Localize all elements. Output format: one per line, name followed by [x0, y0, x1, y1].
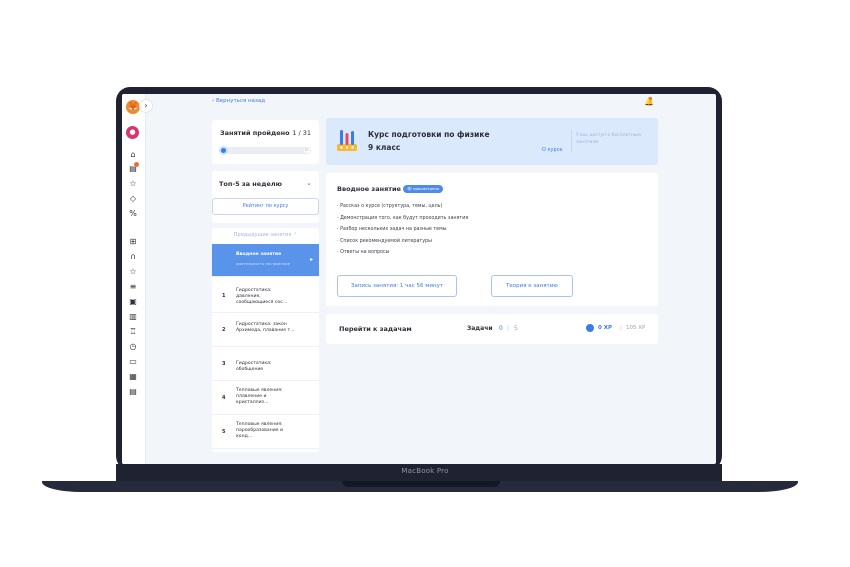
previous-lessons-label: Предыдущие занятия — [233, 232, 292, 238]
lesson-item[interactable]: 5 Тепловые явления: парообразование и ко… — [212, 416, 319, 449]
intro-lesson-card: Вводное занятие 👁 просмотрено · Рассказ … — [326, 173, 658, 306]
lesson-title: Тепловые явления: парообразование и конд… — [236, 422, 283, 439]
lesson-number: 3 — [222, 361, 226, 367]
xp-earned: 0 XP — [598, 325, 613, 331]
lesson-title: Гидростатика: давление, сообщающиеся сос… — [236, 288, 288, 305]
course-banner: Курс подготовки по физике 9 класс О курс… — [326, 118, 658, 165]
briefcase-icon[interactable]: ▭ — [128, 357, 138, 367]
lessons-progress-bar: 31 — [219, 146, 311, 155]
archive-icon[interactable]: ▣ — [128, 297, 138, 307]
lesson-item[interactable]: 4 Тепловые явления: плавление и кристалл… — [212, 382, 319, 415]
course-grade: 9 класс — [368, 143, 401, 152]
list-item-text: Список рекомендуемой литературы — [340, 238, 432, 244]
tasks-label: Задачи — [467, 325, 493, 332]
list-item-text: Рассказ о курсе (структура, темы, цель) — [340, 204, 443, 209]
star-icon[interactable]: ☆ — [128, 179, 138, 189]
list-item: · Список рекомендуемой литературы — [337, 238, 432, 244]
headphones-icon[interactable]: ∩ — [128, 252, 138, 262]
list-item: · Разбор нескольких задач на разные темы — [337, 227, 447, 232]
tasks-total-count: 5 — [514, 325, 518, 332]
screen: 🦊 › ● ⌂ ▤ ☆ ◇ % ⊞ ∩ ☆ ≡ ▣ ▥ ♖ ◷ ▭ ▦ ▤ ‹ … — [122, 94, 716, 464]
separator: | — [620, 325, 622, 331]
lessons-progress-card: Занятий пройдено 1 / 31 31 — [212, 120, 319, 164]
intro-title: Вводное занятие — [337, 185, 401, 193]
play-icon: ▸ — [309, 256, 313, 263]
chevron-down-icon[interactable]: ⌄ — [306, 179, 312, 187]
lesson-number: 2 — [222, 327, 226, 333]
progress-end-marker: 31 — [303, 148, 310, 153]
laptop-notch — [342, 481, 500, 487]
progress-knob — [219, 146, 228, 155]
device-label: MacBook Pro — [401, 467, 449, 475]
course-rating-button[interactable]: Рейтинг по курсу — [212, 198, 319, 215]
lesson-title: Гидростатика: закон Архимеда, плавание т… — [236, 322, 295, 333]
lesson-item[interactable]: 1 Гидростатика: давление, сообщающиеся с… — [212, 280, 319, 313]
calendar-icon[interactable]: ▦ — [128, 372, 138, 382]
intro-points: · Рассказ о курсе (структура, темы, цель… — [337, 201, 468, 259]
previous-lessons-toggle[interactable]: Предыдущие занятия ⌃ — [212, 232, 319, 238]
lesson-number: 5 — [222, 429, 226, 435]
list-item: · Ответы на вопросы — [337, 250, 390, 255]
back-link-label: Вернуться назад — [215, 98, 266, 104]
tasks-card[interactable]: Перейти к задачам Задачи 0 | 5 0 XP | 10… — [326, 314, 658, 344]
divider — [571, 130, 572, 152]
tag-icon[interactable]: ◇ — [128, 194, 138, 204]
percent-icon[interactable]: % — [128, 209, 138, 219]
about-course-link[interactable]: О курсе — [542, 147, 563, 153]
abacus-icon — [337, 130, 357, 151]
trophy-icon[interactable]: ♖ — [128, 327, 138, 337]
lesson-item-active[interactable]: Вводное занятие длительность на практике… — [212, 244, 319, 277]
avatar[interactable]: ● — [126, 126, 139, 139]
lesson-title: Тепловые явления: плавление и кристаллиз… — [236, 388, 283, 405]
chevron-right-icon[interactable]: › — [139, 99, 153, 113]
list-item-text: Ответы на вопросы — [340, 250, 390, 255]
xp-total: 105 XP — [626, 325, 646, 331]
fox-logo-icon[interactable]: 🦊 — [126, 100, 140, 114]
lessons-progress-title: Занятий пройдено — [220, 129, 290, 137]
favorites-icon[interactable]: ☆ — [128, 267, 138, 277]
separator: | — [507, 325, 510, 332]
clock-icon[interactable]: ◷ — [128, 342, 138, 352]
lesson-item[interactable]: 3 Гидростатика: обобщение — [212, 348, 319, 381]
notification-dot — [134, 162, 139, 167]
bus-icon[interactable]: ▥ — [128, 312, 138, 322]
list-item: · Рассказ о курсе (структура, темы, цель… — [337, 204, 443, 209]
lesson-recording-button[interactable]: Запись занятия: 1 час 56 минут — [337, 275, 457, 297]
lessons-progress-count: 1 / 31 — [292, 129, 311, 137]
icon-rail: 🦊 › ● ⌂ ▤ ☆ ◇ % ⊞ ∩ ☆ ≡ ▣ ▥ ♖ ◷ ▭ ▦ ▤ — [122, 94, 153, 464]
plus-square-icon[interactable]: ⊞ — [128, 237, 138, 247]
lesson-number: 4 — [222, 395, 226, 401]
go-to-tasks-label[interactable]: Перейти к задачам — [339, 325, 412, 333]
tasks-done-count: 0 — [499, 325, 503, 332]
top5-title: Топ-5 за неделю — [219, 180, 282, 188]
list-item: · Демонстрация того, как будут проходить… — [337, 215, 469, 221]
xp-icon — [586, 324, 594, 332]
list-item-text: Демонстрация того, как будут проходить з… — [340, 215, 469, 221]
course-title: Курс подготовки по физике — [368, 130, 490, 139]
list-icon[interactable]: ≡ — [128, 282, 138, 292]
access-info: У вас доступ к бесплатным занятиям — [576, 133, 641, 145]
lesson-title: Гидростатика: обобщение — [236, 361, 272, 372]
lesson-theory-button[interactable]: Теория к занятию — [491, 275, 573, 297]
list-item-text: Разбор нескольких задач на разные темы — [340, 227, 447, 232]
home-icon[interactable]: ⌂ — [128, 150, 138, 160]
lesson-title: Вводное занятие — [236, 252, 282, 257]
lessons-list: Предыдущие занятия ⌃ Вводное занятие дли… — [212, 228, 319, 452]
top5-card: Топ-5 за неделю ⌄ Рейтинг по курсу — [212, 171, 319, 223]
document-icon[interactable]: ▤ — [128, 387, 138, 397]
bell-notification-dot — [649, 97, 652, 100]
lesson-number: 1 — [222, 293, 226, 299]
back-link[interactable]: ‹ Вернуться назад — [212, 98, 265, 104]
viewed-badge: 👁 просмотрено — [403, 185, 444, 193]
lesson-subtitle: длительность на практике — [236, 261, 291, 266]
lesson-item[interactable]: 2 Гидростатика: закон Архимеда, плавание… — [212, 314, 319, 347]
viewed-badge-label: просмотрено — [413, 186, 440, 191]
